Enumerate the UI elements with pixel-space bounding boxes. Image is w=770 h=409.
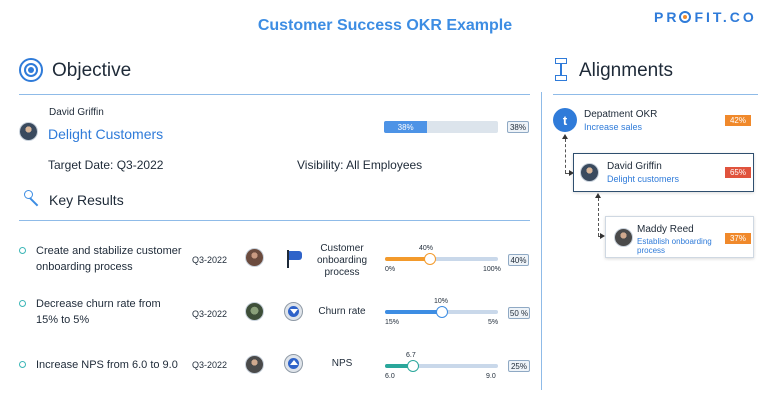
kr-1-current: 40%: [419, 245, 434, 252]
kr-3-slider[interactable]: [385, 360, 498, 372]
flag-icon: [287, 250, 303, 268]
kr-3-quarter: Q3-2022: [192, 360, 228, 370]
kr-1-text[interactable]: Create and stabilize customer onboarding…: [36, 243, 182, 275]
department-okr-title[interactable]: Depatment OKR: [584, 109, 657, 120]
kr-2-metric: Churn rate: [318, 306, 366, 317]
objective-progress-badge: 38%: [507, 121, 529, 133]
kr-2-slider-thumb[interactable]: [435, 306, 448, 318]
kr-2-owner-avatar: [245, 302, 264, 321]
owner-card-subtitle: Delight customers: [607, 174, 680, 184]
logo-text-right: FIT.CO: [694, 9, 757, 25]
kr-2-target: 5%: [488, 319, 499, 326]
kr-1-slider-thumb[interactable]: [424, 253, 437, 265]
visibility-label: Visibility:: [297, 158, 344, 172]
key-results-divider: [19, 220, 530, 221]
owner-alignment-card[interactable]: David Griffin Delight customers 65%: [573, 153, 754, 192]
kr-1-quarter: Q3-2022: [192, 255, 228, 265]
kr-1-target: 100%: [483, 266, 501, 273]
key-icon: [24, 190, 42, 208]
kr-2-text-line2: 15% to 5%: [36, 314, 90, 326]
arrow-down-circle-icon: [284, 302, 303, 321]
child-card-avatar: [614, 228, 633, 247]
visibility-value: All Employees: [346, 158, 423, 172]
kr-3-progress-badge: 25%: [508, 360, 530, 372]
kr-1-start: 0%: [385, 266, 396, 273]
child-card-badge: 37%: [725, 233, 751, 244]
logo-target-icon: [679, 11, 692, 23]
owner-card-name: David Griffin: [607, 161, 662, 172]
kr-3-text[interactable]: Increase NPS from 6.0 to 9.0: [36, 357, 178, 373]
kr-3-start: 6.0: [385, 373, 395, 380]
child-alignment-card[interactable]: Maddy Reed Establish onboarding process …: [605, 216, 754, 258]
key-results-section-title: Key Results: [49, 192, 124, 208]
kr-3-owner-avatar: [245, 355, 264, 374]
kr-2-quarter: Q3-2022: [192, 309, 228, 319]
kr-1-text-line1: Create and stabilize customer: [36, 245, 182, 257]
target-date: Target Date: Q3-2022: [48, 158, 163, 172]
kr-3-target: 9.0: [486, 373, 496, 380]
kr-1-slider[interactable]: [385, 253, 498, 265]
alignments-divider: [553, 94, 758, 95]
target-date-value: Q3-2022: [116, 158, 164, 172]
alignment-connector: [565, 139, 566, 173]
kr-3-current: 6.7: [406, 352, 416, 359]
kr-1-metric-line2: onboarding: [316, 255, 368, 266]
alignments-section-title: Alignments: [579, 60, 673, 81]
kr-2-start: 15%: [385, 319, 400, 326]
owner-card-avatar: [580, 163, 599, 182]
child-card-subtitle: Establish onboarding process: [637, 237, 712, 255]
child-card-subtitle-line2: process: [637, 246, 666, 255]
alignment-icon: [554, 58, 568, 82]
logo-text-left: PR: [654, 9, 680, 25]
kr-2-current: 10%: [434, 298, 449, 305]
kr-1-text-line2: onboarding process: [36, 261, 133, 273]
kr-1-metric-line3: process: [324, 267, 360, 278]
kr-1-owner-avatar: [245, 248, 264, 267]
visibility: Visibility: All Employees: [297, 158, 422, 172]
kr-3-slider-thumb[interactable]: [407, 360, 420, 372]
kr-status-dot: [19, 300, 26, 307]
child-card-name: Maddy Reed: [637, 224, 694, 235]
department-okr-icon: t: [553, 108, 577, 132]
kr-3-metric: NPS: [331, 358, 353, 369]
objective-section-title: Objective: [52, 60, 132, 81]
department-okr-badge: 42%: [725, 115, 751, 126]
owner-card-badge: 65%: [725, 167, 751, 178]
kr-2-slider[interactable]: [385, 306, 498, 318]
objective-progress-fill: 38%: [384, 121, 428, 133]
arrow-up-circle-icon: [284, 354, 303, 373]
objective-owner: David Griffin: [49, 107, 104, 118]
section-divider: [541, 92, 542, 390]
owner-avatar: [19, 122, 38, 141]
department-okr-subtitle: Increase sales: [584, 122, 643, 132]
kr-status-dot: [19, 361, 26, 368]
target-date-label: Target Date:: [48, 158, 114, 172]
target-icon: [19, 58, 43, 82]
child-card-subtitle-line1: Establish onboarding: [637, 237, 712, 246]
alignment-connector: [598, 198, 599, 236]
profit-co-logo: PR FIT.CO: [654, 9, 757, 25]
objective-name[interactable]: Delight Customers: [48, 126, 163, 142]
kr-2-slider-fill: [385, 310, 442, 314]
objective-divider: [19, 94, 530, 95]
kr-1-progress-badge: 40%: [508, 254, 529, 266]
kr-2-progress-badge: 50 %: [508, 307, 530, 319]
kr-status-dot: [19, 247, 26, 254]
kr-2-text[interactable]: Decrease churn rate from 15% to 5%: [36, 296, 161, 328]
kr-1-metric-line1: Customer: [320, 243, 364, 254]
kr-1-metric: Customer onboarding process: [316, 243, 368, 279]
kr-2-text-line1: Decrease churn rate from: [36, 298, 161, 310]
objective-progress-bar: 38%: [384, 121, 498, 133]
